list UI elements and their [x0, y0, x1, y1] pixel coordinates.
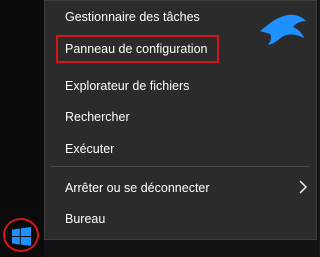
- bird-logo-icon: [260, 14, 306, 45]
- menu-item-task-manager[interactable]: Gestionnaire des tâches: [65, 9, 200, 25]
- menu-item-run[interactable]: Exécuter: [65, 141, 114, 157]
- chevron-right-icon: [299, 180, 307, 194]
- menu-item-control-panel[interactable]: Panneau de configuration: [65, 41, 207, 57]
- menu-separator: [51, 166, 310, 167]
- menu-item-shutdown-signout[interactable]: Arrêter ou se déconnecter: [65, 180, 210, 196]
- menu-item-file-explorer[interactable]: Explorateur de fichiers: [65, 78, 189, 94]
- menu-item-search[interactable]: Rechercher: [65, 109, 130, 125]
- highlight-circle: [3, 218, 39, 252]
- menu-item-desktop[interactable]: Bureau: [65, 211, 105, 227]
